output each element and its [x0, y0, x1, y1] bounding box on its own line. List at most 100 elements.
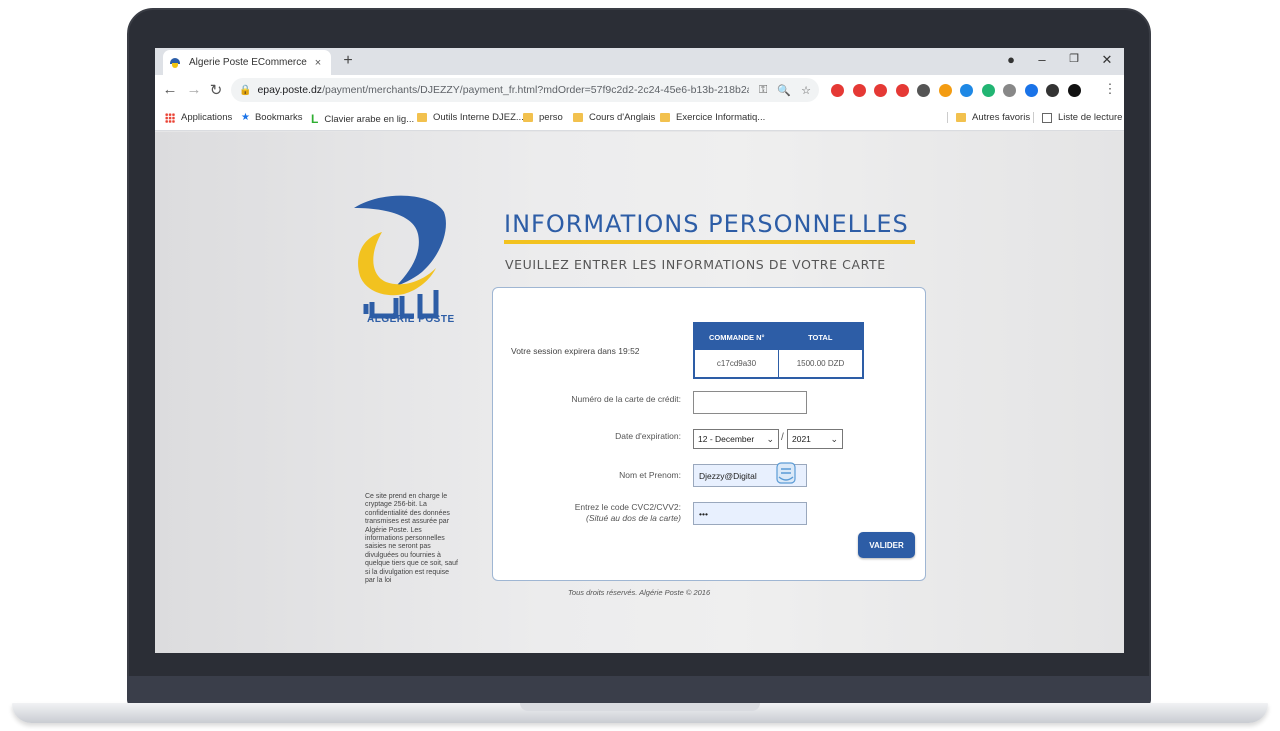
validate-button[interactable]: VALIDER: [858, 532, 915, 558]
title-underline: [504, 240, 915, 244]
lock-icon: 🔒: [239, 84, 252, 96]
cvc-input[interactable]: [693, 502, 807, 525]
clavier-arabe-icon: L: [311, 112, 319, 126]
bookmark-label: Cours d'Anglais: [589, 112, 656, 123]
extension-icon[interactable]: [874, 84, 887, 97]
bookmark-other-favorites[interactable]: Autres favoris: [947, 112, 1030, 123]
extension-icon[interactable]: [1067, 84, 1081, 97]
extension-icon[interactable]: [917, 84, 930, 97]
screen: Algerie Poste ECommerce × + ● – ❐ ✕ ← → …: [155, 48, 1124, 653]
folder-icon: [573, 113, 583, 122]
reload-button[interactable]: ↻: [207, 81, 225, 99]
url-path: /payment/merchants/DJEZZY/payment_fr.htm…: [322, 84, 750, 96]
bookmarks-bar: Applications ★ Bookmarks L Clavier arabe e…: [155, 105, 1124, 131]
url-host: epay.poste.dz: [257, 84, 323, 96]
bookmark-label: Outils Interne DJEZ...: [433, 112, 524, 123]
apps-grid-icon: [165, 112, 175, 123]
bookmark-label: Bookmarks: [254, 112, 303, 123]
order-summary-table: COMMANDE N° TOTAL c17cd9a30 1500.00 DZD: [693, 322, 864, 379]
bookmark-label: Exercice Informatiq...: [676, 112, 766, 123]
logo-text: ALGÉRIE POSTE: [367, 314, 455, 325]
page-title: INFORMATIONS PERSONNELLES: [504, 210, 909, 238]
extension-icon[interactable]: [1024, 84, 1038, 97]
order-total: 1500.00 DZD: [796, 359, 845, 368]
close-window-button[interactable]: ✕: [1096, 52, 1118, 68]
laptop-notch: [520, 703, 760, 711]
favicon-icon: [169, 57, 181, 69]
reading-list-icon: [1042, 112, 1052, 123]
record-icon[interactable]: ●: [1000, 52, 1022, 67]
chevron-down-icon: ⌄: [830, 433, 838, 444]
extension-icon[interactable]: [1046, 84, 1059, 97]
restore-button[interactable]: ❐: [1063, 52, 1085, 65]
back-button[interactable]: ←: [161, 81, 179, 98]
new-tab-button[interactable]: +: [339, 52, 357, 70]
bookmark-item[interactable]: Exercice Informatiq...: [660, 112, 765, 123]
browser-toolbar: ← → ↻ 🔒 epay.poste.dz/payment/merchants/…: [155, 75, 1124, 105]
extension-icon[interactable]: [981, 84, 995, 97]
folder-icon: [956, 113, 966, 122]
extension-icon[interactable]: [960, 84, 973, 97]
bookmark-label: Autres favoris: [972, 112, 1031, 123]
folder-icon: [523, 113, 533, 122]
star-filled-icon: ★: [241, 112, 250, 123]
bookmark-label: Liste de lecture: [1058, 112, 1123, 123]
minimize-button[interactable]: –: [1031, 52, 1053, 67]
bookmark-item[interactable]: Cours d'Anglais: [573, 112, 655, 123]
order-table-header: COMMANDE N° TOTAL: [695, 324, 862, 350]
forward-button[interactable]: →: [185, 81, 203, 98]
bookmark-item[interactable]: perso: [523, 112, 563, 123]
bookmark-item[interactable]: L Clavier arabe en lig...: [311, 112, 414, 126]
web-page: ALGÉRIE POSTE INFORMATIONS PERSONNELLES …: [155, 132, 1124, 653]
extension-icon[interactable]: [895, 84, 909, 97]
card-number-label: Numéro de la carte de crédit:: [571, 394, 681, 404]
total-header: TOTAL: [808, 332, 833, 342]
bookmark-label: Clavier arabe en lig...: [324, 113, 415, 125]
expiry-year-select[interactable]: 2021 ⌄: [787, 429, 843, 449]
address-bar[interactable]: 🔒 epay.poste.dz/payment/merchants/DJEZZY…: [231, 78, 819, 102]
copyright-footer: Tous droits réservés. Algérie Poste © 20…: [568, 588, 711, 597]
expiry-month-value: 12 - December: [698, 434, 755, 444]
laptop-bezel-bottom: [127, 676, 1151, 706]
star-icon[interactable]: ☆: [801, 84, 811, 97]
extension-icon[interactable]: [831, 84, 844, 97]
tab-algerie-poste[interactable]: Algerie Poste ECommerce ×: [163, 50, 331, 75]
close-tab-icon[interactable]: ×: [311, 57, 325, 69]
zoom-icon[interactable]: 🔍: [777, 84, 791, 97]
bookmark-item[interactable]: Outils Interne DJEZ...: [417, 112, 524, 123]
payment-form-card: Votre session expirera dans 19:52 COMMAN…: [492, 287, 926, 581]
folder-icon: [660, 113, 670, 122]
tab-title: Algerie Poste ECommerce: [189, 57, 307, 68]
extension-icon[interactable]: [938, 84, 952, 97]
url-text: epay.poste.dz/payment/merchants/DJEZZY/p…: [257, 84, 749, 96]
session-timer: Votre session expirera dans 19:52: [511, 346, 640, 356]
page-subtitle: VEUILLEZ ENTRER LES INFORMATIONS DE VOTR…: [505, 257, 886, 272]
security-disclaimer: Ce site prend en charge le cryptage 256-…: [365, 493, 459, 585]
extension-icon[interactable]: [1003, 84, 1016, 97]
bookmark-label: perso: [539, 112, 563, 123]
extension-icon[interactable]: [852, 84, 866, 97]
algerie-poste-logo-icon: [354, 195, 446, 319]
chevron-down-icon: ⌄: [766, 433, 774, 444]
reading-list[interactable]: Liste de lecture: [1033, 112, 1122, 123]
bookmark-bookmarks[interactable]: ★ Bookmarks: [241, 112, 302, 123]
key-icon[interactable]: ⚿: [759, 84, 767, 97]
expiry-year-value: 2021: [792, 434, 811, 444]
folder-icon: [417, 113, 427, 122]
name-label: Nom et Prenom:: [619, 470, 681, 480]
expiry-label: Date d'expiration:: [615, 431, 681, 441]
tab-bar: Algerie Poste ECommerce × + ● – ❐ ✕: [155, 48, 1124, 75]
card-number-input[interactable]: [693, 391, 807, 414]
cvc-hint: (Situé au dos de la carte): [586, 513, 681, 523]
menu-icon[interactable]: ⋮: [1101, 81, 1119, 97]
password-manager-icon[interactable]: [775, 461, 797, 485]
bookmark-label: Applications: [181, 112, 233, 123]
order-table-row: c17cd9a30 1500.00 DZD: [695, 350, 862, 377]
order-number-header: COMMANDE N°: [709, 332, 765, 342]
bookmark-apps[interactable]: Applications: [165, 112, 232, 123]
order-number: c17cd9a30: [695, 350, 779, 377]
expiry-month-select[interactable]: 12 - December ⌄: [693, 429, 779, 449]
expiry-separator: /: [781, 432, 784, 443]
cvc-label: Entrez le code CVC2/CVV2:: [574, 502, 681, 512]
laptop-mockup: Algerie Poste ECommerce × + ● – ❐ ✕ ← → …: [0, 0, 1280, 731]
